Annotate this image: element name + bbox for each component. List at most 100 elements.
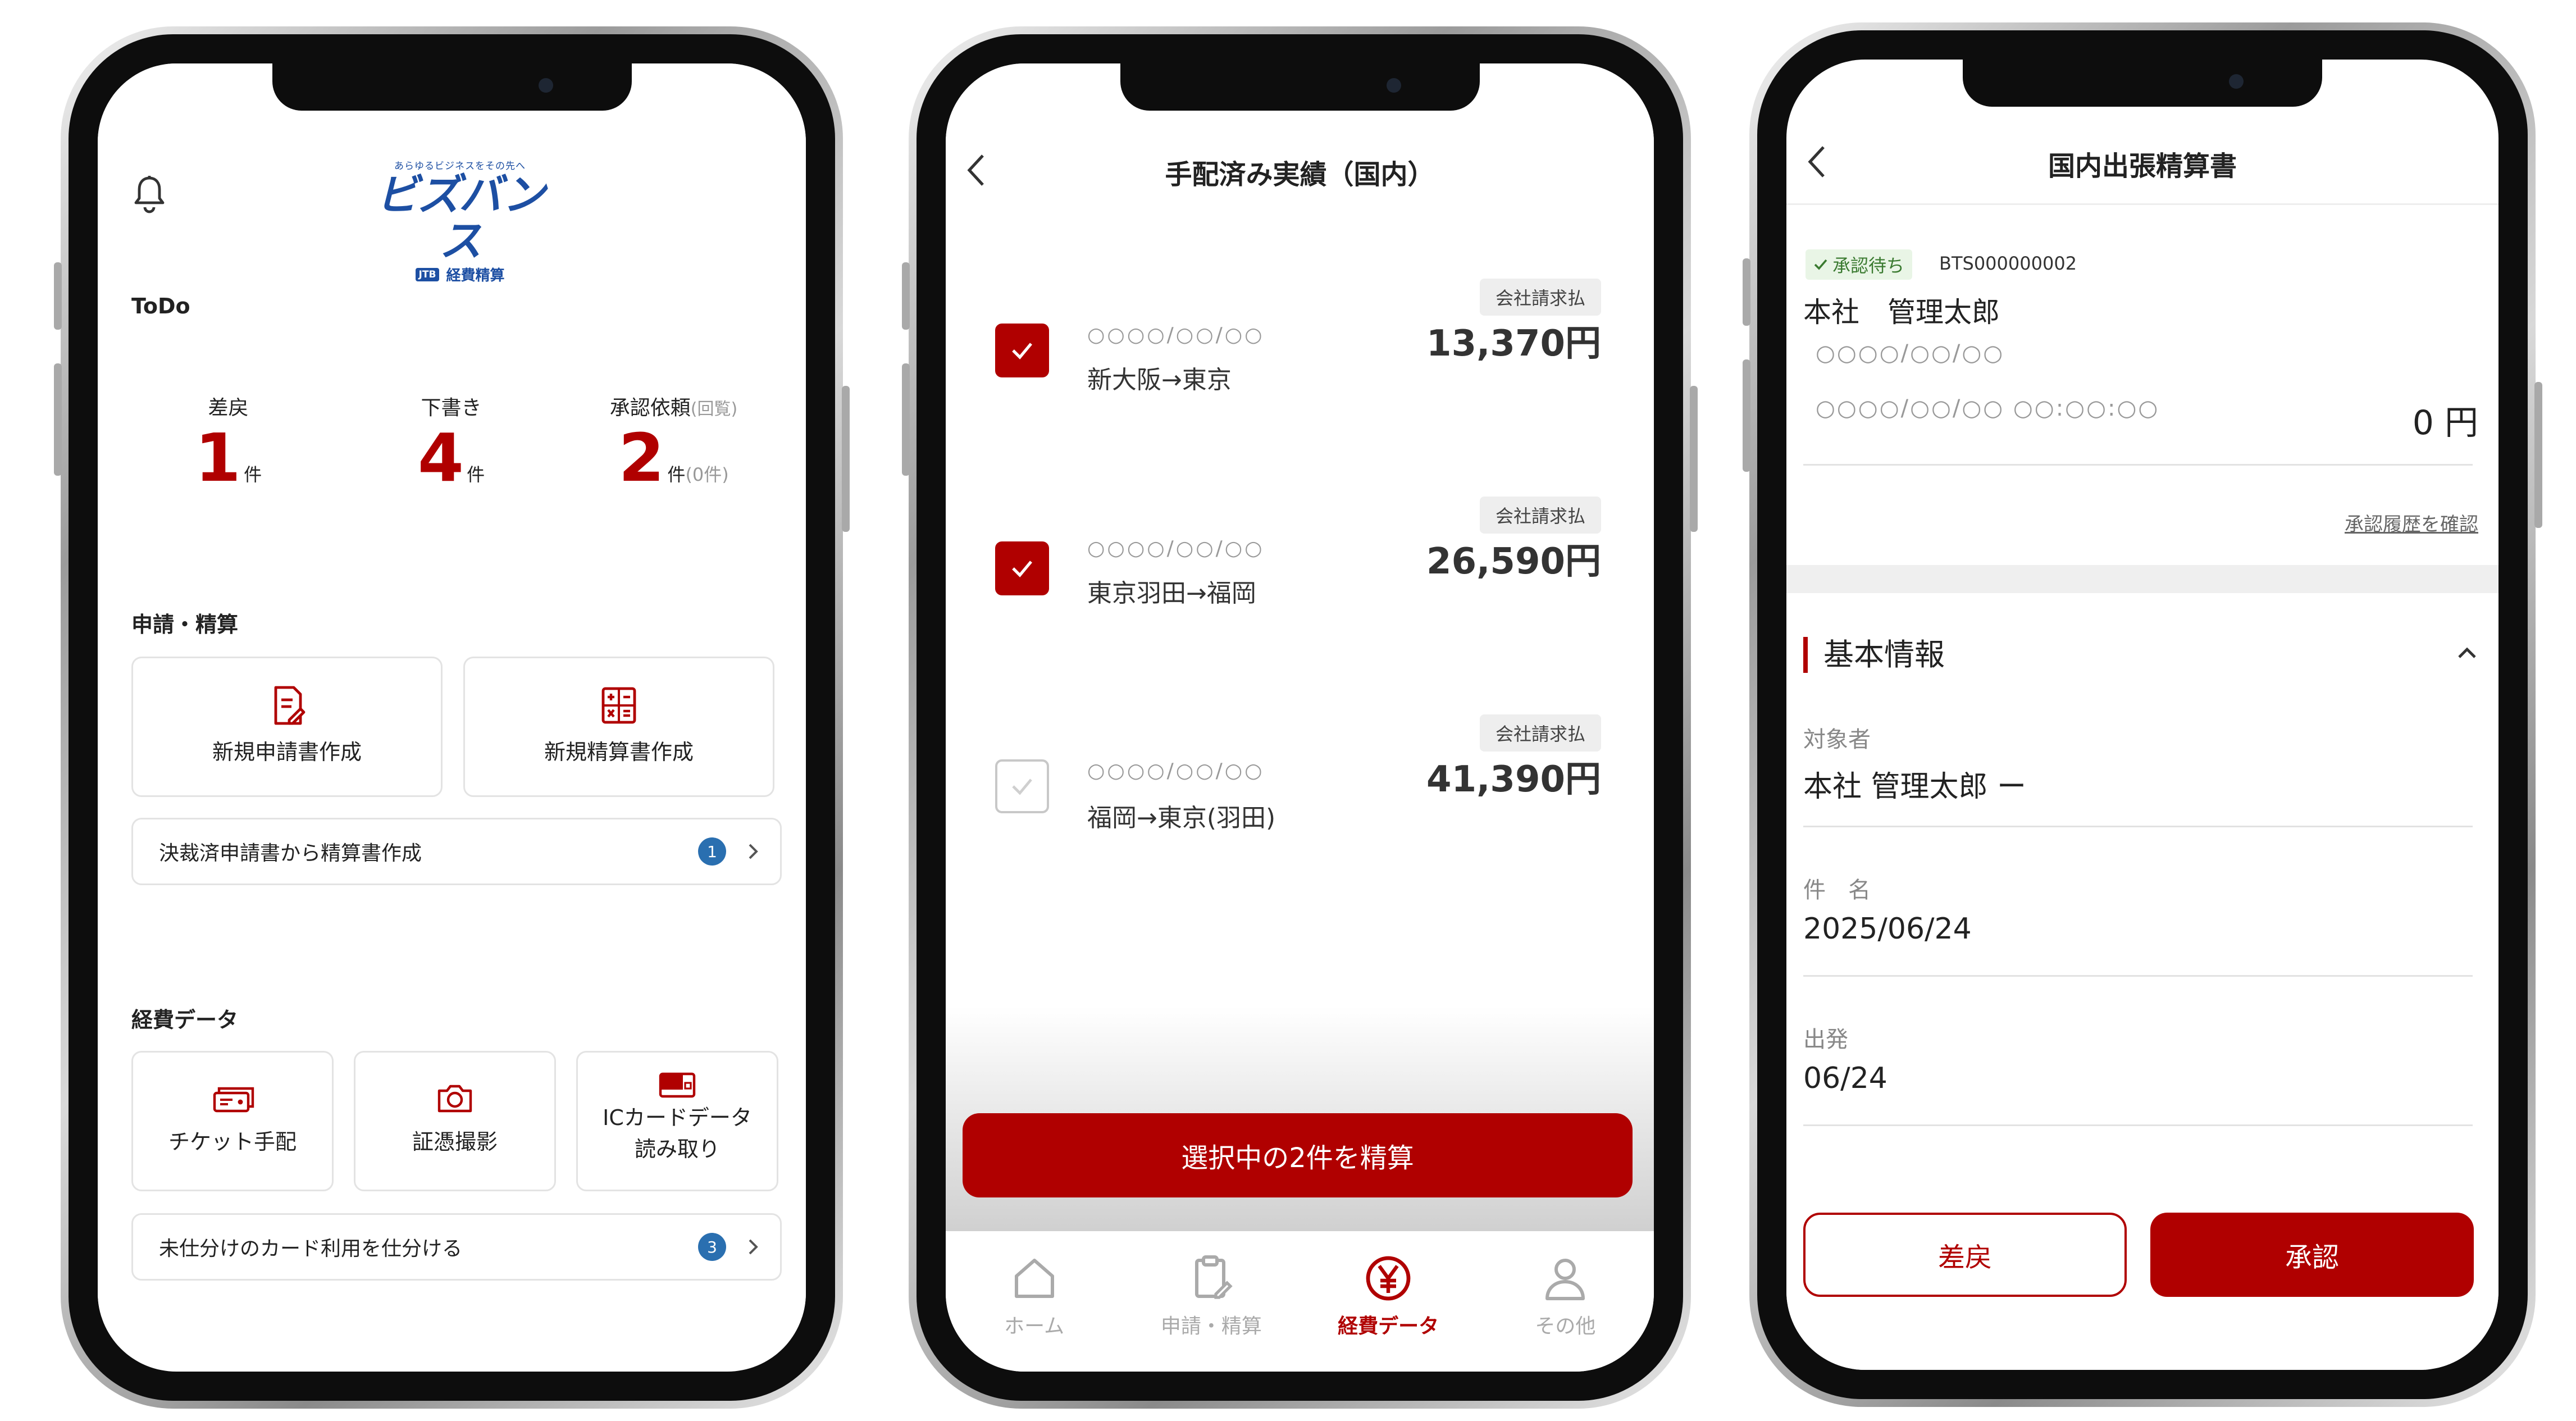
header-divider bbox=[1786, 203, 2499, 205]
settlement-from-approved-button[interactable]: 決裁済申請書から精算書作成 1 bbox=[131, 818, 782, 885]
bezel: あらゆるビジネスをその先へ ビズバンス JTB 経費精算 ToDo 差戻 1 件… bbox=[69, 34, 835, 1401]
chevron-right-icon bbox=[746, 1237, 760, 1257]
trip-route: 新大阪→東京 bbox=[1087, 366, 1232, 394]
todo-extra: (0件) bbox=[685, 464, 729, 485]
checkbox-unchecked[interactable] bbox=[995, 759, 1049, 813]
section-title: 基本情報 bbox=[1803, 637, 1945, 673]
ic-card-label-line2: 読み取り bbox=[634, 1137, 720, 1162]
notch bbox=[272, 63, 632, 111]
checkbox-checked[interactable] bbox=[995, 541, 1049, 595]
field-label: 対象者 bbox=[1803, 727, 1871, 753]
settlement-from-approved-label: 決裁済申請書から精算書作成 bbox=[159, 842, 422, 865]
count-badge: 3 bbox=[698, 1233, 726, 1261]
field-value: 本社 管理太郎 ー bbox=[1803, 770, 2027, 804]
trip-amount: 26,590円 bbox=[1426, 541, 1601, 582]
side-button bbox=[842, 386, 850, 532]
todo-drafts[interactable]: 下書き 4 件 bbox=[349, 340, 554, 545]
document-edit-icon bbox=[133, 683, 441, 728]
phone-report: 国内出張精算書 承認待ち BTS000000002 本社 管理太郎 ○○○○/○… bbox=[1743, 22, 2542, 1407]
applicant-name: 本社 管理太郎 bbox=[1803, 296, 2000, 329]
new-application-label: 新規申請書作成 bbox=[212, 740, 362, 764]
trip-amount: 13,370円 bbox=[1426, 323, 1601, 365]
trip-amount: 41,390円 bbox=[1426, 759, 1601, 800]
expense-title: 経費データ bbox=[131, 1008, 239, 1032]
approve-button[interactable]: 承認 bbox=[2150, 1213, 2474, 1297]
report-screen: 国内出張精算書 承認待ち BTS000000002 本社 管理太郎 ○○○○/○… bbox=[1786, 60, 2499, 1370]
new-settlement-button[interactable]: 新規精算書作成 bbox=[463, 657, 774, 797]
tab-label: ホーム bbox=[1004, 1315, 1065, 1338]
arranged-screen: 手配済み実績（国内） ○○○○/○○/○○ 新大阪→東京 会社請求払 13,37… bbox=[946, 63, 1654, 1372]
chevron-right-icon bbox=[746, 841, 760, 862]
divider bbox=[1803, 826, 2473, 827]
status-badge: 承認待ち bbox=[1806, 249, 1913, 280]
phone-arranged: 手配済み実績（国内） ○○○○/○○/○○ 新大阪→東京 会社請求払 13,37… bbox=[902, 26, 1698, 1409]
trip-date: ○○○○/○○/○○ bbox=[1087, 537, 1265, 560]
unsorted-card-usage-button[interactable]: 未仕分けのカード利用を仕分ける 3 bbox=[131, 1213, 782, 1281]
receipt-label: 証憑撮影 bbox=[412, 1129, 498, 1154]
side-button bbox=[54, 262, 62, 330]
todo-unit: 件 bbox=[667, 464, 686, 485]
count-badge: 1 bbox=[698, 837, 726, 866]
tab-bar: ホーム 申請・精算 経費データ その他 bbox=[946, 1231, 1654, 1372]
todo-note: (回覧) bbox=[690, 399, 738, 419]
settle-selected-button[interactable]: 選択中の2件を精算 bbox=[963, 1113, 1633, 1197]
person-icon bbox=[1477, 1251, 1654, 1305]
receipt-photo-button[interactable]: 証憑撮影 bbox=[354, 1051, 556, 1191]
field-value: 06/24 bbox=[1803, 1062, 1887, 1095]
logo-subtitle: 経費精算 bbox=[446, 267, 505, 284]
side-button bbox=[1743, 258, 1750, 326]
trip-card[interactable]: ○○○○/○○/○○ 東京羽田→福岡 会社請求払 26,590円 bbox=[963, 470, 1633, 669]
divider bbox=[1803, 1124, 2473, 1126]
field-label: 件 名 bbox=[1803, 877, 1871, 903]
side-button bbox=[54, 363, 62, 476]
field-value: 2025/06/24 bbox=[1803, 912, 1972, 946]
trip-card[interactable]: ○○○○/○○/○○ 福岡→東京(羽田) 会社請求払 41,390円 bbox=[963, 687, 1633, 887]
todo-count: 1 bbox=[194, 419, 241, 497]
todo-returned[interactable]: 差戻 1 件 bbox=[126, 340, 331, 545]
trip-card[interactable]: ○○○○/○○/○○ 新大阪→東京 会社請求払 13,370円 bbox=[963, 252, 1633, 451]
home-screen: あらゆるビジネスをその先へ ビズバンス JTB 経費精算 ToDo 差戻 1 件… bbox=[98, 63, 806, 1372]
ic-card-read-button[interactable]: ICカードデータ 読み取り bbox=[576, 1051, 778, 1191]
todo-count: 2 bbox=[618, 419, 665, 497]
side-button bbox=[902, 262, 910, 330]
tab-label: 経費データ bbox=[1338, 1315, 1439, 1338]
approval-history-link[interactable]: 承認履歴を確認 bbox=[2345, 509, 2478, 536]
chevron-up-icon[interactable] bbox=[2456, 645, 2478, 661]
todo-label: 下書き bbox=[421, 397, 482, 420]
camera-icon bbox=[355, 1082, 554, 1115]
check-icon bbox=[1813, 258, 1828, 271]
tab-other[interactable]: その他 bbox=[1477, 1231, 1654, 1372]
bezel: 手配済み実績（国内） ○○○○/○○/○○ 新大阪→東京 会社請求払 13,37… bbox=[917, 34, 1683, 1401]
new-application-button[interactable]: 新規申請書作成 bbox=[131, 657, 443, 797]
apply-section: 申請・精算 新規申請書作成 新規精算書作成 決裁済申請書から精算書作成 1 bbox=[98, 567, 806, 921]
todo-unit: 件 bbox=[244, 464, 262, 485]
document-id: BTS000000002 bbox=[1939, 253, 2077, 274]
bell-icon[interactable] bbox=[131, 175, 167, 215]
section-gap bbox=[1786, 565, 2499, 593]
tab-label: 申請・精算 bbox=[1160, 1315, 1262, 1338]
ticket-icon bbox=[133, 1084, 332, 1115]
todo-count: 4 bbox=[417, 419, 464, 497]
report-date: ○○○○/○○/○○ bbox=[1816, 340, 2005, 366]
tab-expense-data[interactable]: 経費データ bbox=[1300, 1231, 1477, 1372]
page-title: 国内出張精算書 bbox=[2048, 151, 2237, 182]
todo-label: 承認依頼 bbox=[609, 397, 691, 420]
side-button bbox=[1690, 386, 1698, 532]
checkbox-checked[interactable] bbox=[995, 324, 1049, 377]
phone-home: あらゆるビジネスをその先へ ビズバンス JTB 経費精算 ToDo 差戻 1 件… bbox=[54, 26, 850, 1409]
ic-card-icon bbox=[578, 1069, 777, 1101]
todo-approval-requests[interactable]: 承認依頼(回覧) 2 件(0件) bbox=[571, 340, 776, 545]
trip-date: ○○○○/○○/○○ bbox=[1087, 324, 1265, 347]
ticket-arrangement-button[interactable]: チケット手配 bbox=[131, 1051, 334, 1191]
tab-home[interactable]: ホーム bbox=[946, 1231, 1123, 1372]
side-button bbox=[902, 363, 910, 476]
action-bar: 差戻 承認 bbox=[1786, 1170, 2499, 1370]
reject-button[interactable]: 差戻 bbox=[1803, 1213, 2127, 1297]
report-datetime: ○○○○/○○/○○ ○○:○○:○○ bbox=[1816, 395, 2160, 421]
trip-date: ○○○○/○○/○○ bbox=[1087, 759, 1265, 782]
tab-apply-settle[interactable]: 申請・精算 bbox=[1123, 1231, 1300, 1372]
logo-jtb: JTB bbox=[415, 267, 440, 281]
page-title: 手配済み実績（国内） bbox=[1165, 159, 1435, 190]
payment-tag: 会社請求払 bbox=[1479, 497, 1601, 534]
side-button bbox=[2534, 382, 2542, 528]
